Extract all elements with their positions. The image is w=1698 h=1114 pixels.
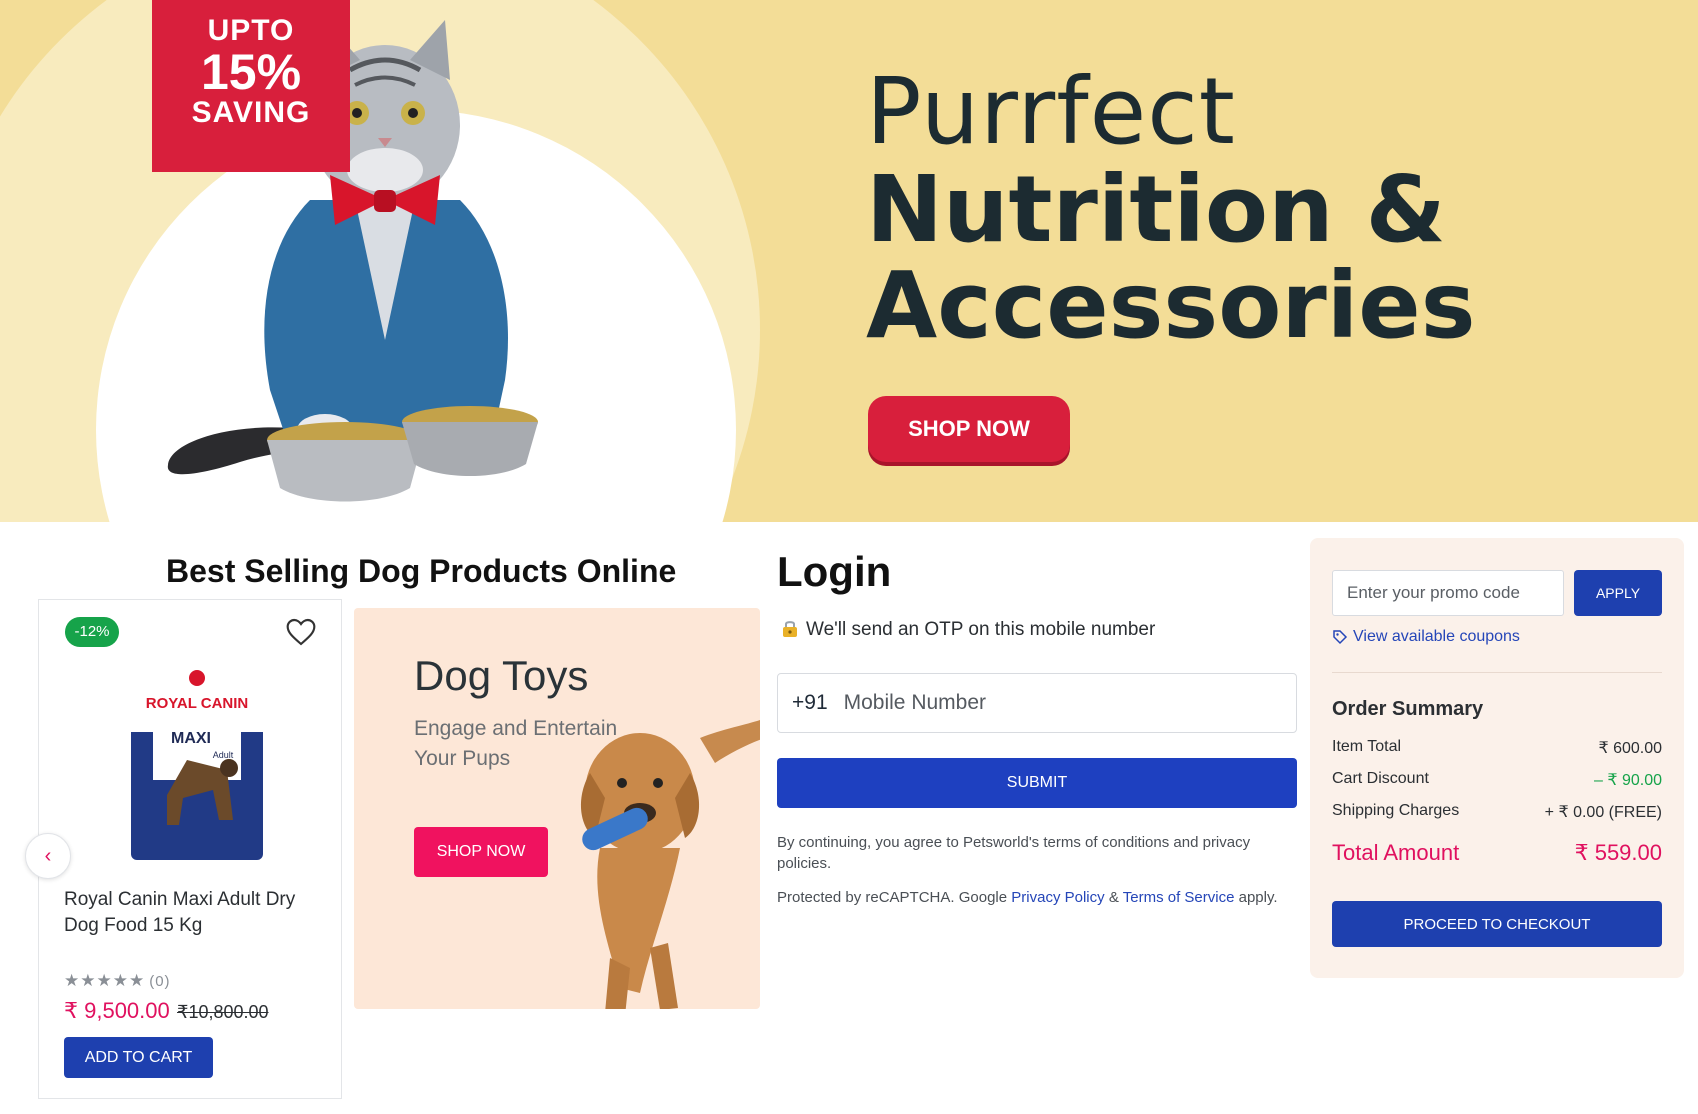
- carousel-prev-icon[interactable]: ‹: [25, 833, 71, 879]
- wishlist-heart-icon[interactable]: [285, 616, 317, 648]
- captcha-prefix: Protected by reCAPTCHA. Google: [777, 889, 1008, 906]
- product-name[interactable]: Royal Canin Maxi Adult Dry Dog Food 15 K…: [64, 887, 324, 939]
- total-value: ₹ 559.00: [1574, 840, 1662, 865]
- country-code: +91: [792, 691, 828, 714]
- view-coupons-link[interactable]: View available coupons: [1332, 628, 1520, 646]
- order-panel: APPLY View available coupons Order Summa…: [1310, 538, 1684, 978]
- summary-value: + ₹ 0.00 (FREE): [1544, 804, 1662, 821]
- savings-ribbon: UPTO 15% SAVING: [152, 0, 350, 172]
- product-price: ₹ 9,500.00: [64, 998, 170, 1023]
- product-image[interactable]: ROYAL CANIN MAXI Adult: [127, 620, 267, 860]
- lock-icon: [783, 621, 797, 637]
- mobile-number-input[interactable]: [843, 691, 1244, 715]
- summary-label: Shipping Charges: [1332, 802, 1460, 819]
- rating-count: (0): [149, 973, 171, 990]
- dog-toys-banner[interactable]: Dog Toys Engage and Entertain Your Pups …: [354, 608, 760, 1009]
- product-card[interactable]: -12% ROYAL CANIN MAXI Adult Royal Canin …: [38, 599, 342, 1099]
- mobile-field[interactable]: +91: [777, 673, 1297, 733]
- ribbon-line2: 15%: [200, 44, 302, 100]
- add-to-cart-button[interactable]: ADD TO CART: [64, 1037, 213, 1078]
- hero-shop-now-button[interactable]: SHOP NOW: [868, 396, 1070, 462]
- privacy-policy-link[interactable]: Privacy Policy: [1011, 889, 1104, 906]
- apply-button[interactable]: APPLY: [1574, 570, 1662, 616]
- hero-title-line3: Accessories: [866, 252, 1476, 359]
- product-variant-sub: Adult: [213, 750, 234, 760]
- summary-row-item-total: Item Total ₹ 600.00: [1332, 738, 1662, 758]
- terms-text: By continuing, you agree to Petsworld's …: [777, 834, 1251, 872]
- divider: [1332, 672, 1662, 673]
- rating-stars: ★★★★★ (0): [64, 971, 171, 991]
- star-icons: ★★★★★: [64, 971, 146, 990]
- recaptcha-notice: Protected by reCAPTCHA. Google Privacy P…: [777, 887, 1297, 908]
- hero-title: Purrfect Nutrition & Accessories: [866, 62, 1475, 354]
- dog-toys-title: Dog Toys: [414, 652, 589, 699]
- summary-value: ₹ 600.00: [1598, 740, 1662, 757]
- order-summary-title: Order Summary: [1332, 698, 1484, 720]
- product-variant-label: MAXI: [171, 730, 211, 747]
- terms-of-service-link[interactable]: Terms of Service: [1123, 889, 1235, 906]
- best-selling-title: Best Selling Dog Products Online: [166, 553, 677, 589]
- summary-label: Cart Discount: [1332, 770, 1429, 787]
- proceed-to-checkout-button[interactable]: PROCEED TO CHECKOUT: [1332, 901, 1662, 947]
- login-title: Login: [777, 548, 892, 595]
- total-label: Total Amount: [1332, 840, 1460, 865]
- summary-value: – ₹ 90.00: [1593, 772, 1662, 789]
- hero-title-line1: Purrfect: [866, 58, 1236, 165]
- dog-image: [580, 719, 760, 1009]
- product-brand-label: ROYAL CANIN: [146, 695, 249, 712]
- captcha-amp: &: [1108, 889, 1119, 906]
- hero-banner: UPTO 15% SAVING Purrfect Nutrition & Acc…: [0, 0, 1698, 522]
- dog-toys-shop-now-button[interactable]: SHOP NOW: [414, 827, 548, 877]
- tag-icon: [1333, 630, 1348, 645]
- captcha-suffix: apply.: [1238, 889, 1278, 906]
- summary-row-shipping: Shipping Charges + ₹ 0.00 (FREE): [1332, 802, 1662, 822]
- product-old-price: ₹10,800.00: [177, 1002, 269, 1022]
- summary-label: Item Total: [1332, 738, 1402, 755]
- discount-badge: -12%: [65, 617, 119, 647]
- otp-info: We'll send an OTP on this mobile number: [780, 618, 1155, 641]
- submit-button[interactable]: SUBMIT: [777, 758, 1297, 808]
- summary-row-cart-discount: Cart Discount – ₹ 90.00: [1332, 770, 1662, 790]
- otp-text: We'll send an OTP on this mobile number: [806, 619, 1156, 640]
- ribbon-line1: UPTO: [207, 14, 295, 47]
- hero-title-line2: Nutrition &: [866, 156, 1446, 263]
- total-amount-row: Total Amount ₹ 559.00: [1332, 840, 1662, 866]
- view-coupons-label[interactable]: View available coupons: [1353, 628, 1520, 646]
- ribbon-line3: SAVING: [191, 96, 311, 129]
- promo-code-input[interactable]: [1332, 570, 1564, 616]
